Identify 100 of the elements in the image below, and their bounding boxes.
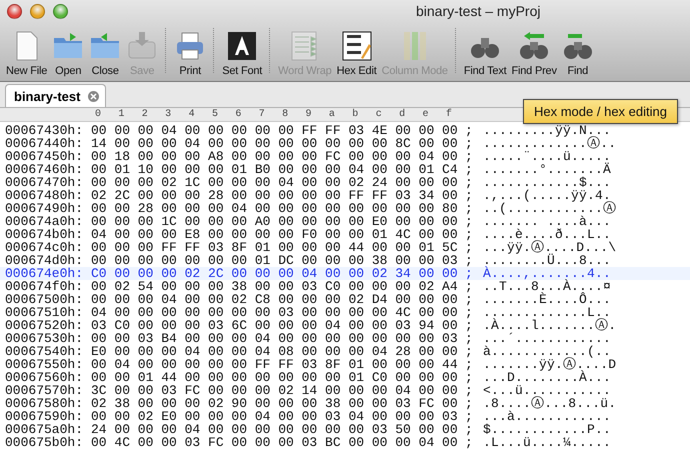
hex-bytes: 00 00 00 02 1C 00 00 00 04 00 00 02 24 00 00 00 (91, 176, 459, 189)
hex-bytes: 00 04 00 00 00 00 00 FF FF 03 8F 01 00 00 00 44 (91, 358, 459, 371)
hex-row[interactable]: 00067430h: 00 00 00 04 00 00 00 00 00 FF FF 03 4E 00 00 00 ; .........ÿÿ.N... (0, 124, 690, 137)
hex-bytes: 00 00 00 FF FF 03 8F 01 00 00 00 44 00 00 01 5C (91, 241, 459, 254)
address: 00067490h: (5, 202, 84, 215)
hex-row[interactable]: 00067490h: 00 00 28 00 00 00 04 00 00 00 00 00 00 00 00 80 ; ..(............Ⓐ (0, 202, 690, 215)
zoom-window-icon[interactable] (53, 4, 68, 18)
separator: ; (465, 124, 474, 137)
column-number: 3 (164, 108, 172, 121)
ascii-text: ...à............ (483, 410, 612, 423)
hex-row[interactable]: 00067550h: 00 04 00 00 00 00 00 FF FF 03 8F 01 00 00 00 44 ; .......ÿÿ.Ⓐ....D (0, 358, 690, 371)
address: 00067470h: (5, 176, 84, 189)
column-number: 6 (234, 108, 242, 121)
address: 000675b0h: (5, 436, 84, 449)
column-number: 0 (94, 108, 102, 121)
close-icon[interactable] (88, 90, 100, 102)
hex-bytes: 00 01 10 00 00 00 01 B0 00 00 00 04 00 00 01 C4 (91, 163, 459, 176)
hex-row[interactable]: 00067540h: E0 00 00 00 04 00 00 04 08 00 00 00 04 28 00 00 ; à............(.. (0, 345, 690, 358)
hex-bytes: E0 00 00 00 04 00 00 04 08 00 00 00 04 28 00 00 (91, 345, 459, 358)
hex-row[interactable]: 00067440h: 14 00 00 00 04 00 00 00 00 00 00 00 00 8C 00 00 ; .............Ⓐ.. (0, 137, 690, 150)
hex-row[interactable]: 00067570h: 3C 00 00 03 FC 00 00 00 02 14 00 00 00 04 00 00 ; <...ü........... (0, 384, 690, 397)
separator: ; (465, 267, 474, 280)
address: 00067510h: (5, 306, 84, 319)
hex-row[interactable]: 00067580h: 02 38 00 00 00 02 90 00 00 00 38 00 00 03 FC 00 ; .8....Ⓐ...8...ü. (0, 397, 690, 410)
toolbar-button[interactable]: Find Prev (510, 30, 559, 77)
ascii-text: .L...ü....¼..... (483, 436, 612, 449)
separator: ; (465, 358, 474, 371)
address: 00067550h: (5, 358, 84, 371)
toolbar-button[interactable]: Print (172, 30, 208, 77)
close-window-icon[interactable] (7, 4, 22, 18)
toolbar-button[interactable]: New File (4, 30, 50, 77)
separator: ; (465, 293, 474, 306)
column-number: 5 (210, 108, 219, 121)
hex-bytes: 00 4C 00 00 03 FC 00 00 00 03 BC 00 00 00 04 00 (91, 436, 459, 449)
hex-row[interactable]: 00067510h: 04 00 00 00 00 00 00 00 03 00 00 00 00 4C 00 00 ; .............L.. (0, 306, 690, 319)
hex-row[interactable]: 000674d0h: 00 00 00 00 00 00 00 01 DC 00 00 00 38 00 00 03 ; ........Ü...8... (0, 254, 690, 267)
hex-bytes: C0 00 00 00 02 2C 00 00 00 04 00 00 02 34 00 00 (91, 267, 459, 280)
hex-row[interactable]: 000674c0h: 00 00 00 FF FF 03 8F 01 00 00 00 44 00 00 01 5C ; ...ÿÿ.Ⓐ....D...\ (0, 241, 690, 254)
toolbar-button[interactable]: Find Text (462, 30, 508, 77)
font-icon (226, 30, 258, 62)
ascii-text: ..(............Ⓐ (483, 202, 616, 215)
separator: ; (465, 332, 474, 345)
column-number: 1 (117, 108, 126, 121)
separator: ; (465, 423, 474, 436)
hex-row[interactable]: 00067590h: 00 00 02 E0 00 00 00 04 00 00 03 04 00 00 00 03 ; ...à............ (0, 410, 690, 423)
column-number: e (421, 108, 430, 121)
document-tab[interactable]: binary-test (5, 84, 106, 107)
ascii-text: ..T...8...À....¤ (483, 280, 612, 293)
ascii-text: .....¨....ü..... (483, 150, 612, 163)
hex-row[interactable]: 00067520h: 03 C0 00 00 00 03 6C 00 00 00 04 00 00 03 94 00 ; .À....l.......Ⓐ. (0, 319, 690, 332)
hex-row[interactable]: 000674e0h: C0 00 00 00 02 2C 00 00 00 04 00 00 02 34 00 00 ; À....,.......4.. (0, 267, 690, 280)
hex-row[interactable]: 000675b0h: 00 4C 00 00 03 FC 00 00 00 03 BC 00 00 00 04 00 ; .L...ü....¼..... (0, 436, 690, 449)
separator: ; (465, 189, 474, 202)
hex-bytes: 00 00 03 B4 00 00 00 04 00 00 00 00 00 00 00 03 (91, 332, 459, 345)
toolbar-button[interactable]: Close (87, 30, 124, 77)
address: 00067450h: (5, 150, 84, 163)
toolbar-button[interactable]: Hex Edit (334, 30, 379, 77)
separator: ; (465, 306, 474, 319)
ascii-text: ...ÿÿ.Ⓐ....D...\ (483, 241, 616, 254)
address: 00067530h: (5, 332, 84, 345)
hex-bytes: 00 00 00 04 00 00 00 00 00 FF FF 03 4E 00 00 00 (91, 124, 459, 137)
toolbar-button[interactable]: Find (560, 30, 596, 77)
hex-row[interactable]: 000675a0h: 24 00 00 00 04 00 00 00 00 00 00 00 03 50 00 00 ; $............P.. (0, 423, 690, 436)
binary-icon (340, 30, 373, 62)
address: 00067580h: (5, 397, 84, 410)
hex-row[interactable]: 000674a0h: 00 00 00 1C 00 00 00 A0 00 00 00 00 E0 00 00 00 ; ....... ....à... (0, 215, 690, 228)
separator: ; (465, 280, 474, 293)
toolbar-button[interactable]: Set Font (220, 30, 264, 77)
hex-bytes: 14 00 00 00 04 00 00 00 00 00 00 00 00 8C 00 00 (91, 137, 459, 150)
column-number: 4 (188, 108, 196, 121)
ascii-text: ...´............ (483, 332, 612, 345)
hex-bytes: 00 02 54 00 00 00 38 00 00 03 C0 00 00 00 02 A4 (91, 280, 459, 293)
ascii-text: .......ÿÿ.Ⓐ....D (483, 358, 616, 371)
separator: ; (465, 410, 474, 423)
separator: ; (465, 137, 474, 150)
ascii-text: ............$... (483, 176, 612, 189)
separator: ; (465, 345, 474, 358)
separator: ; (465, 254, 474, 267)
hex-row[interactable]: 00067560h: 00 00 01 44 00 00 00 00 00 00 00 01 C0 00 00 00 ; ...D........À... (0, 371, 690, 384)
hex-row[interactable]: 00067470h: 00 00 00 02 1C 00 00 00 04 00 00 02 24 00 00 00 ; ............$... (0, 176, 690, 189)
separator: ; (465, 371, 474, 384)
ascii-text: À....,.......4.. (483, 267, 612, 280)
separator: ; (465, 241, 474, 254)
hex-row[interactable]: 00067450h: 00 18 00 00 00 A8 00 00 00 00 FC 00 00 00 04 00 ; .....¨....ü..... (0, 150, 690, 163)
hex-row[interactable]: 00067480h: 02 2C 00 00 00 28 00 00 00 00 00 FF FF 03 34 00 ; .,...(.....ÿÿ.4. (0, 189, 690, 202)
hex-row[interactable]: 000674b0h: 04 00 00 00 E8 00 00 00 00 F0 00 00 01 4C 00 00 ; ....è....ð...L.. (0, 228, 690, 241)
address: 00067590h: (5, 410, 84, 423)
hex-row[interactable]: 00067500h: 00 00 00 04 00 00 02 C8 00 00 00 02 D4 00 00 00 ; .......È....Ô... (0, 293, 690, 306)
separator: ; (465, 228, 474, 241)
address: 000674a0h: (5, 215, 84, 228)
address: 000675a0h: (5, 423, 84, 436)
hex-bytes: 24 00 00 00 04 00 00 00 00 00 00 00 03 50 00 00 (91, 423, 459, 436)
hex-row[interactable]: 000674f0h: 00 02 54 00 00 00 38 00 00 03 C0 00 00 00 02 A4 ; ..T...8...À....¤ (0, 280, 690, 293)
hex-row[interactable]: 00067460h: 00 01 10 00 00 00 01 B0 00 00 00 04 00 00 01 C4 ; .......°.......Ä (0, 163, 690, 176)
hex-row[interactable]: 00067530h: 00 00 03 B4 00 00 00 04 00 00 00 00 00 00 00 03 ; ...´............ (0, 332, 690, 345)
minimize-window-icon[interactable] (30, 4, 45, 18)
toolbar-button[interactable]: Open (50, 30, 86, 77)
ascii-text: .......°.......Ä (483, 163, 612, 176)
separator: ; (465, 176, 474, 189)
hex-bytes: 02 2C 00 00 00 28 00 00 00 00 00 FF FF 03 34 00 (91, 189, 459, 202)
